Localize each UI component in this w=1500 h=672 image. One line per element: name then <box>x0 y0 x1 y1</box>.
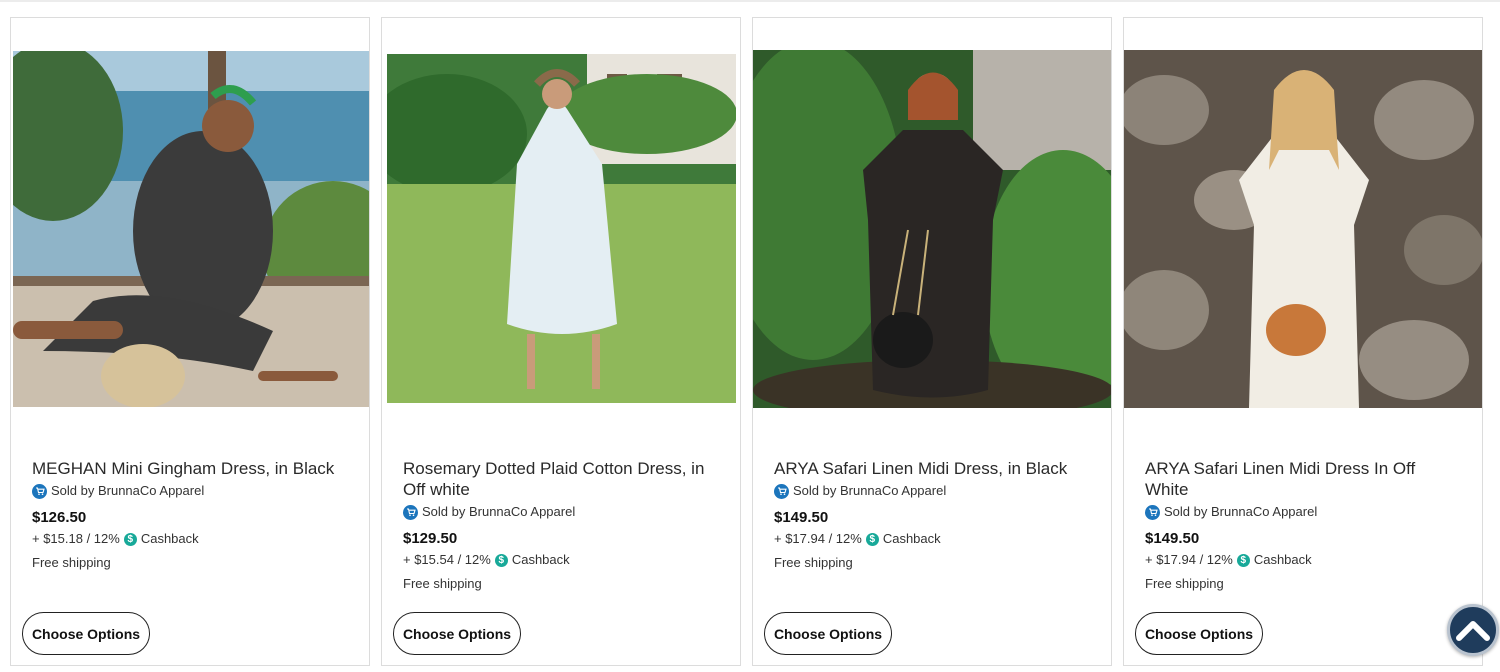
shipping-info: Free shipping <box>403 576 482 591</box>
shopping-cart-icon <box>32 483 47 499</box>
choose-options-button[interactable]: Choose Options <box>393 612 521 655</box>
product-image[interactable] <box>13 51 369 407</box>
black-linen-dress-photo <box>753 50 1111 408</box>
dollar-icon: $ <box>865 532 879 546</box>
product-image[interactable] <box>387 54 736 403</box>
cashback-info: + $17.94 / 12% $ Cashback <box>1145 552 1463 568</box>
product-price: $126.50 <box>32 509 87 526</box>
product-title[interactable]: ARYA Safari Linen Midi Dress In Off Whit… <box>1145 458 1463 500</box>
choose-options-button[interactable]: Choose Options <box>764 612 892 655</box>
product-info: Rosemary Dotted Plaid Cotton Dress, in O… <box>403 458 721 592</box>
dollar-icon: $ <box>1236 553 1250 567</box>
product-card: Rosemary Dotted Plaid Cotton Dress, in O… <box>381 17 741 666</box>
dollar-icon: $ <box>123 532 137 546</box>
seller-label: Sold by BrunnaCo Apparel <box>793 483 947 498</box>
cashback-label: Cashback <box>140 531 199 546</box>
choose-options-button[interactable]: Choose Options <box>1135 612 1263 655</box>
product-price: $149.50 <box>774 509 829 526</box>
dollar-icon: $ <box>494 553 508 567</box>
product-info: ARYA Safari Linen Midi Dress In Off Whit… <box>1145 458 1463 592</box>
shipping-info: Free shipping <box>32 555 111 570</box>
seller-label: Sold by BrunnaCo Apparel <box>422 504 576 519</box>
product-price: $129.50 <box>403 530 458 547</box>
cashback-label: Cashback <box>882 531 941 546</box>
shopping-cart-icon <box>774 483 789 499</box>
product-info: MEGHAN Mini Gingham Dress, in Black Sold… <box>32 458 350 571</box>
shipping-info: Free shipping <box>1145 576 1224 591</box>
cashback-amount: + $17.94 / 12% <box>1145 552 1233 567</box>
product-title[interactable]: ARYA Safari Linen Midi Dress, in Black <box>774 458 1092 479</box>
seller-info: Sold by BrunnaCo Apparel <box>1145 503 1463 521</box>
seller-label: Sold by BrunnaCo Apparel <box>51 483 205 498</box>
cashback-label: Cashback <box>1253 552 1312 567</box>
seller-info: Sold by BrunnaCo Apparel <box>403 503 721 521</box>
shopping-cart-icon <box>1145 504 1160 520</box>
shopping-cart-icon <box>403 504 418 520</box>
product-card: ARYA Safari Linen Midi Dress In Off Whit… <box>1123 17 1483 666</box>
cashback-amount: + $17.94 / 12% <box>774 531 862 546</box>
product-image[interactable] <box>753 50 1111 408</box>
top-divider <box>0 0 1500 2</box>
product-title[interactable]: MEGHAN Mini Gingham Dress, in Black <box>32 458 350 479</box>
product-info: ARYA Safari Linen Midi Dress, in Black S… <box>774 458 1092 571</box>
cashback-info: + $15.18 / 12% $ Cashback <box>32 531 350 547</box>
chevron-up-icon <box>1456 621 1490 641</box>
gingham-dress-photo <box>13 51 369 407</box>
cashback-amount: + $15.18 / 12% <box>32 531 120 546</box>
seller-info: Sold by BrunnaCo Apparel <box>32 482 350 500</box>
product-card: MEGHAN Mini Gingham Dress, in Black Sold… <box>10 17 370 666</box>
cashback-info: + $17.94 / 12% $ Cashback <box>774 531 1092 547</box>
seller-info: Sold by BrunnaCo Apparel <box>774 482 1092 500</box>
product-image[interactable] <box>1124 50 1482 408</box>
off-white-linen-dress-photo <box>1124 50 1482 408</box>
product-title[interactable]: Rosemary Dotted Plaid Cotton Dress, in O… <box>403 458 721 500</box>
cashback-label: Cashback <box>511 552 570 567</box>
scroll-to-top-button[interactable] <box>1447 604 1499 656</box>
shipping-info: Free shipping <box>774 555 853 570</box>
cashback-amount: + $15.54 / 12% <box>403 552 491 567</box>
product-price: $149.50 <box>1145 530 1200 547</box>
product-card: ARYA Safari Linen Midi Dress, in Black S… <box>752 17 1112 666</box>
plaid-dress-photo <box>387 54 736 403</box>
cashback-info: + $15.54 / 12% $ Cashback <box>403 552 721 568</box>
choose-options-button[interactable]: Choose Options <box>22 612 150 655</box>
seller-label: Sold by BrunnaCo Apparel <box>1164 504 1318 519</box>
